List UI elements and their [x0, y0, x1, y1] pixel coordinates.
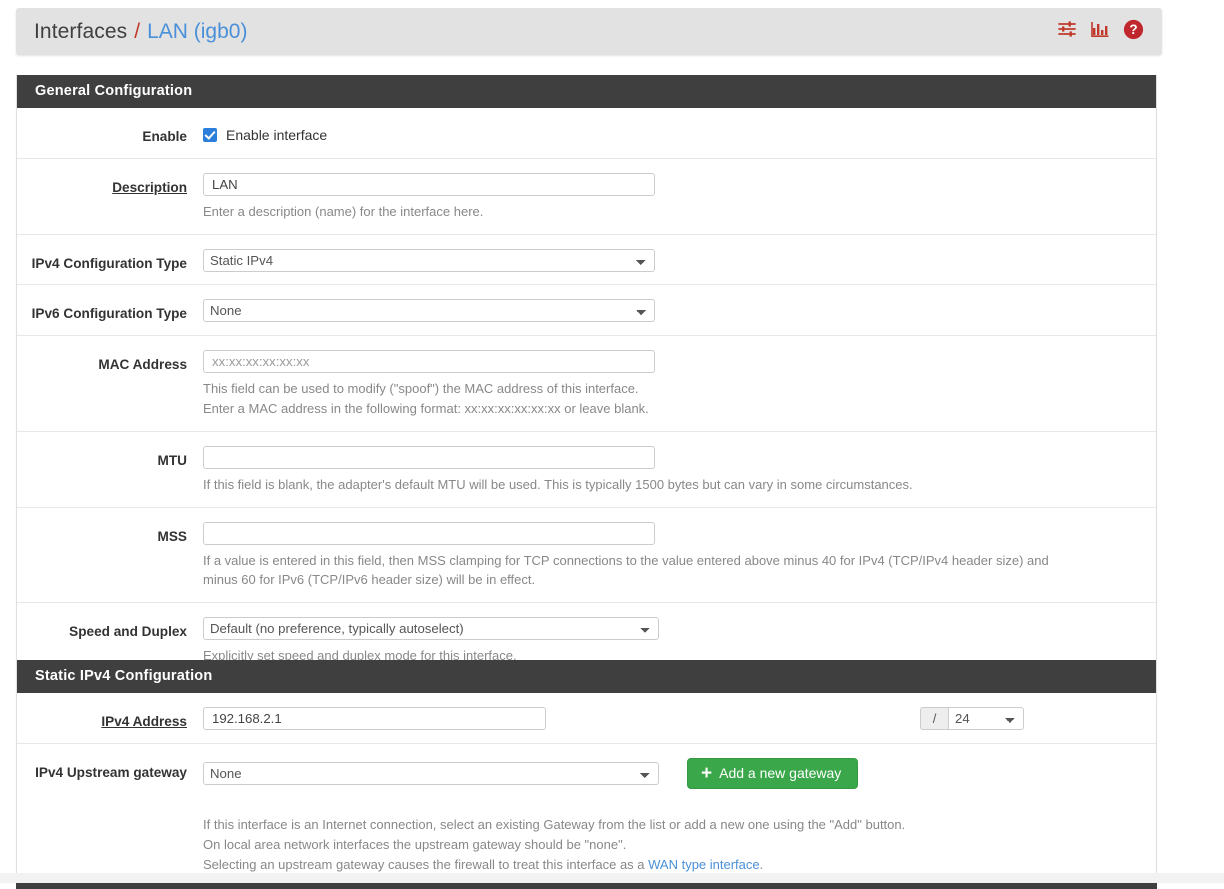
subnet-mask-group: / 24 — [920, 707, 1024, 730]
mss-help-line2: minus 60 for IPv6 (TCP/IPv6 header size)… — [203, 570, 1142, 590]
mac-address-help-line1: This field can be used to modify ("spoof… — [203, 379, 1142, 399]
label-mss: MSS — [17, 522, 203, 546]
breadcrumb-actions: ? — [1057, 19, 1148, 45]
control-ipv4-address: / 24 — [203, 707, 1156, 730]
panel-body-static-ipv4: IPv4 Address / 24 IPv4 Upstream — [17, 693, 1156, 889]
mac-address-help-line2: Enter a MAC address in the following for… — [203, 399, 1142, 419]
page-root: Interfaces / LAN (igb0) — [0, 0, 1224, 889]
panel-title-general: General Configuration — [17, 75, 1156, 108]
control-mac-address: This field can be used to modify ("spoof… — [203, 350, 1156, 419]
gateway-help-line1: If this interface is an Internet connect… — [203, 815, 1142, 835]
breadcrumb-current: LAN (igb0) — [147, 20, 247, 44]
mss-help-line1: If a value is entered in this field, the… — [203, 551, 1142, 571]
row-ipv6-config-type: IPv6 Configuration Type None — [17, 285, 1156, 336]
label-speed-duplex: Speed and Duplex — [17, 617, 203, 641]
add-new-gateway-button[interactable]: + Add a new gateway — [687, 758, 858, 789]
label-ipv4-config-type: IPv4 Configuration Type — [17, 249, 203, 273]
add-new-gateway-label: Add a new gateway — [719, 766, 841, 780]
row-enable: Enable Enable interface — [17, 108, 1156, 159]
gateway-help-line3: Selecting an upstream gateway causes the… — [203, 855, 1142, 875]
control-mtu: If this field is blank, the adapter's de… — [203, 446, 1156, 495]
control-description: Enter a description (name) for the inter… — [203, 173, 1156, 222]
enable-interface-checkbox-wrap[interactable]: Enable interface — [203, 122, 1142, 143]
panel-general-configuration: General Configuration Enable Enable inte… — [16, 75, 1157, 699]
row-mtu: MTU If this field is blank, the adapter'… — [17, 432, 1156, 508]
ipv4-address-row: / 24 — [203, 707, 1142, 730]
control-enable: Enable interface — [203, 122, 1156, 143]
ipv4-address-input[interactable] — [203, 707, 546, 730]
row-mac-address: MAC Address This field can be used to mo… — [17, 336, 1156, 432]
breadcrumb-bar: Interfaces / LAN (igb0) — [16, 8, 1162, 55]
ipv4-upstream-gateway-select[interactable]: None — [203, 762, 659, 785]
description-input[interactable] — [203, 173, 655, 196]
subnet-mask-select[interactable]: 24 — [948, 707, 1024, 730]
mtu-input[interactable] — [203, 446, 655, 469]
mac-address-input[interactable] — [203, 350, 655, 373]
control-mss: If a value is entered in this field, the… — [203, 522, 1156, 591]
help-icon[interactable]: ? — [1123, 19, 1144, 45]
control-ipv4-upstream-gateway: None + Add a new gateway If this interfa… — [203, 758, 1156, 889]
chart-icon[interactable] — [1090, 19, 1110, 44]
enable-interface-label: Enable interface — [226, 127, 327, 143]
label-ipv6-config-type: IPv6 Configuration Type — [17, 299, 203, 323]
sliders-icon[interactable] — [1057, 19, 1077, 44]
mss-help: If a value is entered in this field, the… — [203, 551, 1142, 591]
panel-next-heading-cutoff — [16, 883, 1157, 889]
speed-duplex-select[interactable]: Default (no preference, typically autose… — [203, 617, 659, 640]
description-help: Enter a description (name) for the inter… — [203, 202, 1142, 222]
panel-static-ipv4-configuration: Static IPv4 Configuration IPv4 Address /… — [16, 660, 1157, 889]
wan-type-interface-link[interactable]: WAN type interface — [648, 857, 760, 872]
panel-gap-strip — [0, 873, 1224, 883]
label-mac-address: MAC Address — [17, 350, 203, 374]
label-ipv4-upstream-gateway: IPv4 Upstream gateway — [17, 758, 203, 782]
label-enable: Enable — [17, 122, 203, 146]
checkbox-icon[interactable] — [203, 128, 217, 142]
row-description: Description Enter a description (name) f… — [17, 159, 1156, 235]
gateway-line: None + Add a new gateway — [203, 758, 1142, 789]
label-description[interactable]: Description — [17, 173, 203, 197]
control-ipv6-config-type: None — [203, 299, 1156, 322]
gateway-help-line2: On local area network interfaces the ups… — [203, 835, 1142, 855]
label-ipv4-address[interactable]: IPv4 Address — [17, 707, 203, 731]
gateway-help-line3-prefix: Selecting an upstream gateway causes the… — [203, 857, 648, 872]
plus-icon: + — [701, 766, 712, 781]
row-mss: MSS If a value is entered in this field,… — [17, 508, 1156, 604]
control-ipv4-config-type: Static IPv4 — [203, 249, 1156, 272]
mtu-help: If this field is blank, the adapter's de… — [203, 475, 1142, 495]
panel-body-general: Enable Enable interface Description Ente… — [17, 108, 1156, 698]
row-ipv4-address: IPv4 Address / 24 — [17, 693, 1156, 744]
label-mtu: MTU — [17, 446, 203, 470]
mac-address-help: This field can be used to modify ("spoof… — [203, 379, 1142, 419]
mss-input[interactable] — [203, 522, 655, 545]
panel-title-static-ipv4: Static IPv4 Configuration — [17, 660, 1156, 693]
breadcrumb-root[interactable]: Interfaces — [34, 20, 127, 44]
subnet-mask-prefix-addon: / — [920, 707, 948, 730]
ipv6-config-type-select[interactable]: None — [203, 299, 655, 322]
row-ipv4-upstream-gateway: IPv4 Upstream gateway None + Add a new g… — [17, 744, 1156, 889]
row-ipv4-config-type: IPv4 Configuration Type Static IPv4 — [17, 235, 1156, 286]
ipv4-config-type-select[interactable]: Static IPv4 — [203, 249, 655, 272]
svg-text:?: ? — [1129, 22, 1137, 37]
gateway-help-line3-suffix: . — [760, 857, 764, 872]
breadcrumb-separator: / — [134, 20, 140, 44]
